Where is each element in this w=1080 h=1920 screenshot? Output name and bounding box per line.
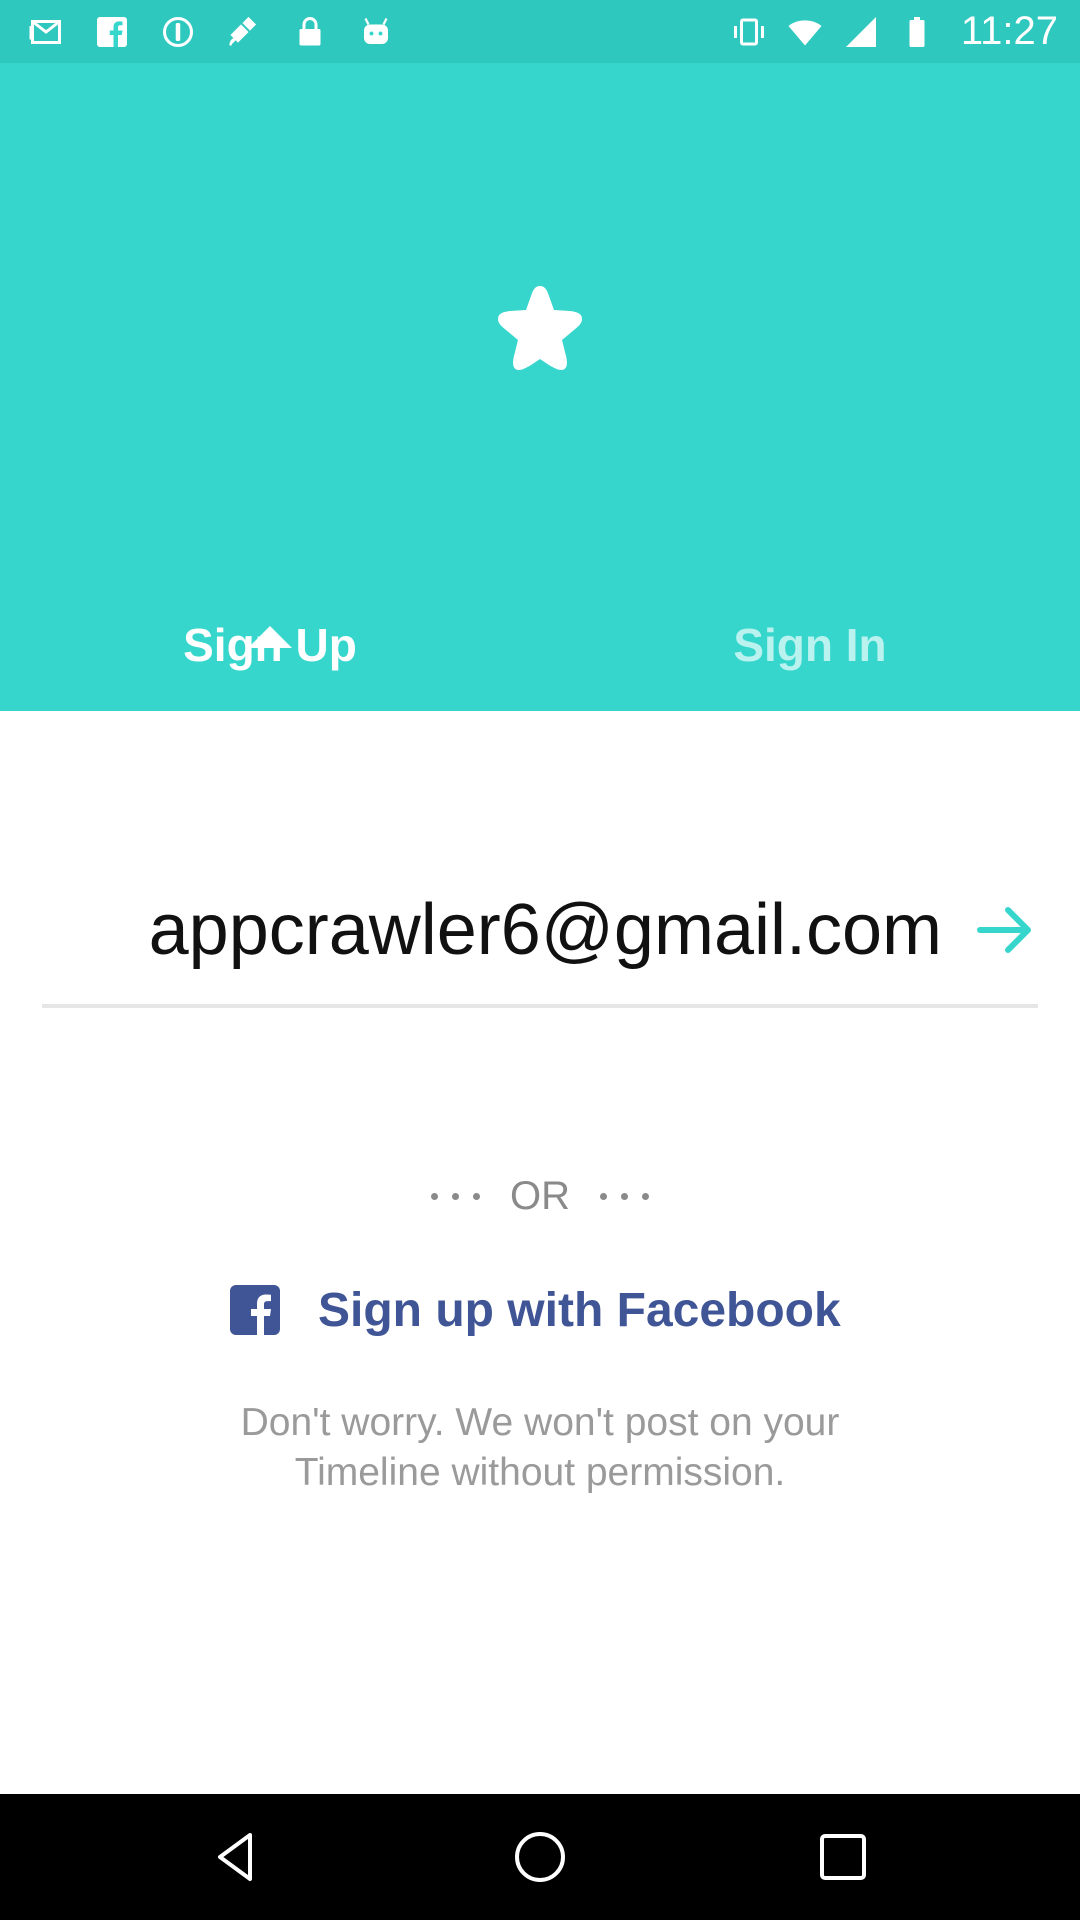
sync-icon <box>160 14 196 50</box>
vibrate-icon <box>731 14 767 50</box>
signal-icon <box>843 14 879 50</box>
battery-icon <box>899 14 935 50</box>
or-label: OR <box>510 1173 570 1218</box>
back-icon[interactable] <box>206 1827 266 1887</box>
auth-tabs: Sign Up Sign In <box>0 598 1080 711</box>
email-field[interactable]: appcrawler6@gmail.com <box>42 880 942 980</box>
disclaimer-line-2: Timeline without permission. <box>294 1451 786 1494</box>
recents-icon[interactable] <box>813 1827 873 1887</box>
facebook-icon <box>94 14 130 50</box>
lock-icon <box>292 14 328 50</box>
tab-sign-up[interactable]: Sign Up <box>0 598 540 711</box>
wifi-icon <box>787 14 823 50</box>
facebook-signup-label: Sign up with Facebook <box>318 1283 841 1337</box>
navigation-bar <box>0 1794 1080 1920</box>
arrow-right-icon[interactable] <box>974 898 1038 962</box>
ellipsis-left <box>431 1192 480 1200</box>
ellipsis-right <box>600 1192 649 1200</box>
facebook-signup-button[interactable]: Sign up with Facebook <box>230 1275 850 1345</box>
status-bar: 11:27 <box>0 0 1080 63</box>
facebook-disclaimer: Don't worry. We won't post on your Timel… <box>140 1398 940 1498</box>
android-icon <box>358 14 394 50</box>
email-field-row: appcrawler6@gmail.com <box>42 880 1038 1010</box>
tab-sign-in[interactable]: Sign In <box>540 598 1080 711</box>
disclaimer-line-1: Don't worry. We won't post on your <box>240 1401 840 1444</box>
status-time: 11:27 <box>960 9 1058 53</box>
mail-icon <box>28 14 64 50</box>
active-tab-indicator <box>248 626 292 648</box>
star-icon <box>490 278 590 378</box>
notification-icons <box>28 14 394 50</box>
satellite-icon <box>226 14 262 50</box>
email-underline <box>42 1004 1038 1008</box>
or-divider: OR <box>0 1170 1080 1222</box>
header-banner: Sign Up Sign In <box>0 63 1080 711</box>
home-icon[interactable] <box>510 1827 570 1887</box>
facebook-icon <box>230 1285 280 1335</box>
system-status: 11:27 <box>731 9 1058 54</box>
